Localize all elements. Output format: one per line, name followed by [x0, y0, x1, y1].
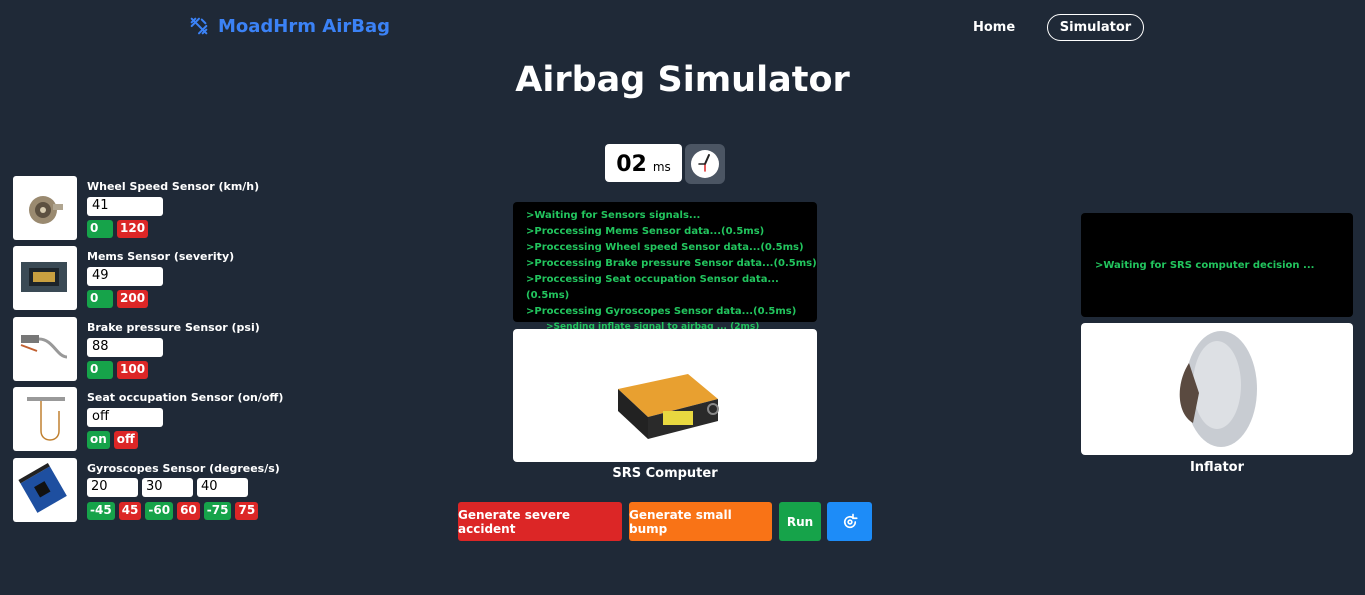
sensor-label: Gyroscopes Sensor (degrees/s) — [87, 462, 280, 475]
min-value: 0 — [87, 220, 113, 238]
seat-occupation-sensor-image — [13, 387, 77, 451]
gyro-x-input[interactable]: 20 — [87, 478, 138, 497]
min-value: 0 — [87, 361, 113, 379]
timer-value: 02 — [616, 152, 647, 177]
gyro-z-max: 75 — [235, 502, 259, 520]
sensor-label: Brake pressure Sensor (psi) — [87, 321, 260, 334]
inflator-image — [1081, 323, 1353, 455]
log-line: >Waiting for Sensors signals... — [526, 210, 701, 221]
log-line: >Proccessing Seat occupation Sensor data… — [526, 274, 779, 301]
sensor-label: Seat occupation Sensor (on/off) — [87, 391, 284, 404]
inflator-log-terminal: >Waiting for SRS computer decision ... — [1081, 213, 1353, 317]
gyro-z-input[interactable]: 40 — [197, 478, 248, 497]
on-value: on — [87, 431, 110, 449]
generate-small-bump-button[interactable]: Generate small bump — [629, 502, 772, 541]
gyro-y-max: 60 — [177, 502, 200, 520]
sensor-label: Mems Sensor (severity) — [87, 250, 235, 263]
refresh-icon — [843, 513, 858, 528]
log-line: >Proccessing Brake pressure Sensor data.… — [526, 258, 817, 269]
brand-name: MoadHrm AirBag — [218, 15, 391, 37]
srs-log-terminal: >Waiting for Sensors signals... >Procces… — [513, 202, 817, 332]
srs-computer-caption: SRS Computer — [612, 466, 718, 481]
srs-computer-image — [513, 329, 817, 462]
clock-icon — [691, 150, 719, 178]
sensor-label: Wheel Speed Sensor (km/h) — [87, 180, 260, 193]
nav-home-link[interactable]: Home — [973, 20, 1015, 35]
run-button[interactable]: Run — [779, 502, 821, 541]
mems-sensor-image — [13, 246, 77, 310]
page-title: Airbag Simulator — [515, 60, 850, 100]
inflator-caption: Inflator — [1189, 460, 1245, 475]
max-value: 100 — [117, 361, 149, 379]
brake-pressure-input[interactable]: 88 — [87, 338, 163, 357]
timer-display: 02 ms — [605, 144, 682, 182]
gyro-y-min: -60 — [145, 502, 174, 520]
seat-occupation-input[interactable]: off — [87, 408, 163, 427]
min-value: 0 — [87, 290, 113, 308]
gyro-z-min: -75 — [203, 502, 232, 520]
wheel-speed-input[interactable]: 41 — [87, 197, 163, 216]
timer-unit: ms — [652, 160, 671, 174]
airbag-logo-icon — [190, 17, 208, 35]
wheel-speed-sensor-image — [13, 176, 77, 240]
max-value: 120 — [117, 220, 149, 238]
clock-button[interactable] — [685, 144, 725, 184]
gyro-x-min: -45 — [87, 502, 115, 520]
log-line: >Proccessing Gyroscopes Sensor data...(0… — [526, 306, 797, 317]
log-line: >Proccessing Wheel speed Sensor data...(… — [526, 242, 804, 253]
gyro-y-input[interactable]: 30 — [142, 478, 193, 497]
reset-button[interactable] — [827, 502, 872, 541]
log-line: >Proccessing Mems Sensor data...(0.5ms) — [526, 226, 765, 237]
mems-input[interactable]: 49 — [87, 267, 163, 286]
max-value: 200 — [117, 290, 149, 308]
nav-simulator-link[interactable]: Simulator — [1047, 14, 1144, 41]
brand-logo[interactable]: MoadHrm AirBag — [188, 15, 390, 37]
generate-severe-accident-button[interactable]: Generate severe accident — [458, 502, 622, 541]
gyro-x-max: 45 — [118, 502, 142, 520]
log-line: >Waiting for SRS computer decision ... — [1095, 260, 1315, 271]
brake-pressure-sensor-image — [13, 317, 77, 381]
off-value: off — [113, 431, 138, 449]
gyroscopes-sensor-image — [13, 458, 77, 522]
